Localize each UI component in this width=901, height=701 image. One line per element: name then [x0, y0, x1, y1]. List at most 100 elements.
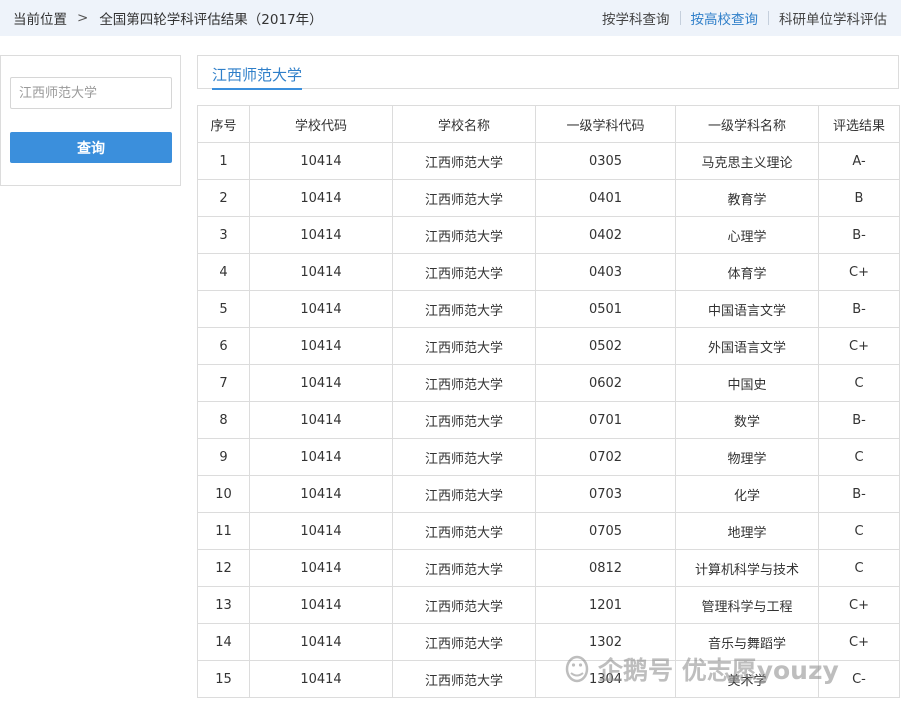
cell-seq: 1: [197, 142, 250, 180]
cell-school-name: 江西师范大学: [392, 438, 536, 476]
nav-divider: [679, 11, 681, 25]
cell-seq: 9: [197, 438, 250, 476]
cell-school-code: 10414: [249, 549, 393, 587]
cell-discipline-code: 0305: [535, 142, 676, 180]
cell-discipline-name: 地理学: [675, 512, 819, 550]
cell-discipline-name: 物理学: [675, 438, 819, 476]
header-school-code: 学校代码: [249, 105, 393, 143]
cell-school-code: 10414: [249, 290, 393, 328]
cell-school-name: 江西师范大学: [392, 623, 536, 661]
cell-result: B-: [818, 216, 900, 254]
cell-seq: 15: [197, 660, 250, 698]
table-row: 4 10414 江西师范大学 0403 体育学 C+: [197, 253, 900, 291]
cell-discipline-code: 0501: [535, 290, 676, 328]
cell-school-code: 10414: [249, 142, 393, 180]
table-row: 14 10414 江西师范大学 1302 音乐与舞蹈学 C+: [197, 623, 900, 661]
cell-school-name: 江西师范大学: [392, 549, 536, 587]
cell-discipline-code: 0502: [535, 327, 676, 365]
cell-seq: 10: [197, 475, 250, 513]
results-table: 序号 学校代码 学校名称 一级学科代码 一级学科名称 评选结果 1 10414 江西…: [197, 105, 900, 698]
header-seq: 序号: [197, 105, 250, 143]
nav-by-school[interactable]: 按高校查询: [691, 8, 759, 28]
cell-result: C+: [818, 586, 900, 624]
cell-discipline-code: 0401: [535, 179, 676, 217]
cell-result: C: [818, 549, 900, 587]
cell-school-name: 江西师范大学: [392, 290, 536, 328]
header-result: 评选结果: [818, 105, 900, 143]
search-panel: 查询: [0, 55, 181, 186]
cell-result: C: [818, 512, 900, 550]
cell-result: C+: [818, 327, 900, 365]
cell-result: C: [818, 364, 900, 402]
top-bar: 当前位置 > 全国第四轮学科评估结果（2017年） 按学科查询 按高校查询 科研…: [0, 0, 901, 36]
school-search-input[interactable]: [10, 77, 172, 109]
cell-discipline-name: 中国史: [675, 364, 819, 402]
cell-discipline-name: 计算机科学与技术: [675, 549, 819, 587]
cell-school-name: 江西师范大学: [392, 364, 536, 402]
search-button[interactable]: 查询: [10, 132, 172, 163]
cell-discipline-name: 教育学: [675, 179, 819, 217]
breadcrumb-page: 全国第四轮学科评估结果（2017年）: [99, 12, 323, 28]
table-row: 5 10414 江西师范大学 0501 中国语言文学 B-: [197, 290, 900, 328]
cell-school-name: 江西师范大学: [392, 327, 536, 365]
school-title-box: 江西师范大学: [197, 55, 899, 90]
table-row: 13 10414 江西师范大学 1201 管理科学与工程 C+: [197, 586, 900, 624]
table-row: 3 10414 江西师范大学 0402 心理学 B-: [197, 216, 900, 254]
cell-discipline-name: 中国语言文学: [675, 290, 819, 328]
cell-result: B: [818, 179, 900, 217]
nav-by-discipline[interactable]: 按学科查询: [602, 8, 670, 28]
cell-school-code: 10414: [249, 401, 393, 439]
table-row: 6 10414 江西师范大学 0502 外国语言文学 C+: [197, 327, 900, 365]
cell-discipline-name: 音乐与舞蹈学: [675, 623, 819, 661]
cell-discipline-name: 心理学: [675, 216, 819, 254]
cell-discipline-code: 0701: [535, 401, 676, 439]
cell-school-code: 10414: [249, 660, 393, 698]
cell-discipline-name: 外国语言文学: [675, 327, 819, 365]
breadcrumb: 当前位置 > 全国第四轮学科评估结果（2017年）: [0, 8, 323, 28]
cell-discipline-code: 0703: [535, 475, 676, 513]
cell-school-code: 10414: [249, 364, 393, 402]
cell-school-name: 江西师范大学: [392, 216, 536, 254]
table-row: 10 10414 江西师范大学 0703 化学 B-: [197, 475, 900, 513]
table-body: 1 10414 江西师范大学 0305 马克思主义理论 A- 2 10414 江西师范大学 040…: [197, 142, 900, 698]
cell-discipline-code: 1201: [535, 586, 676, 624]
table-row: 9 10414 江西师范大学 0702 物理学 C: [197, 438, 900, 476]
cell-discipline-code: 0812: [535, 549, 676, 587]
cell-discipline-code: 0403: [535, 253, 676, 291]
table-row: 12 10414 江西师范大学 0812 计算机科学与技术 C: [197, 549, 900, 587]
breadcrumb-separator: >: [77, 10, 89, 26]
cell-school-name: 江西师范大学: [392, 253, 536, 291]
cell-seq: 11: [197, 512, 250, 550]
cell-school-code: 10414: [249, 512, 393, 550]
cell-seq: 13: [197, 586, 250, 624]
cell-school-name: 江西师范大学: [392, 179, 536, 217]
cell-seq: 7: [197, 364, 250, 402]
results-panel: 江西师范大学 序号 学校代码 学校名称 一级学科代码 一级学科名称 评选结果 1…: [197, 55, 900, 698]
cell-seq: 2: [197, 179, 250, 217]
cell-result: C-: [818, 660, 900, 698]
breadcrumb-current-label: 当前位置: [13, 12, 67, 28]
table-header-row: 序号 学校代码 学校名称 一级学科代码 一级学科名称 评选结果: [197, 105, 900, 143]
cell-seq: 12: [197, 549, 250, 587]
cell-result: C+: [818, 253, 900, 291]
cell-seq: 8: [197, 401, 250, 439]
cell-school-name: 江西师范大学: [392, 142, 536, 180]
table-row: 7 10414 江西师范大学 0602 中国史 C: [197, 364, 900, 402]
cell-seq: 3: [197, 216, 250, 254]
cell-discipline-name: 马克思主义理论: [675, 142, 819, 180]
cell-discipline-code: 0702: [535, 438, 676, 476]
header-school-name: 学校名称: [392, 105, 536, 143]
cell-discipline-code: 1304: [535, 660, 676, 698]
cell-discipline-name: 管理科学与工程: [675, 586, 819, 624]
query-nav: 按学科查询 按高校查询 科研单位学科评估: [602, 8, 901, 28]
nav-by-research-unit[interactable]: 科研单位学科评估: [779, 8, 887, 28]
cell-seq: 4: [197, 253, 250, 291]
cell-result: B-: [818, 475, 900, 513]
school-title: 江西师范大学: [212, 64, 303, 90]
cell-seq: 14: [197, 623, 250, 661]
cell-seq: 6: [197, 327, 250, 365]
cell-discipline-name: 美术学: [675, 660, 819, 698]
cell-discipline-code: 0705: [535, 512, 676, 550]
cell-discipline-name: 化学: [675, 475, 819, 513]
cell-school-code: 10414: [249, 438, 393, 476]
